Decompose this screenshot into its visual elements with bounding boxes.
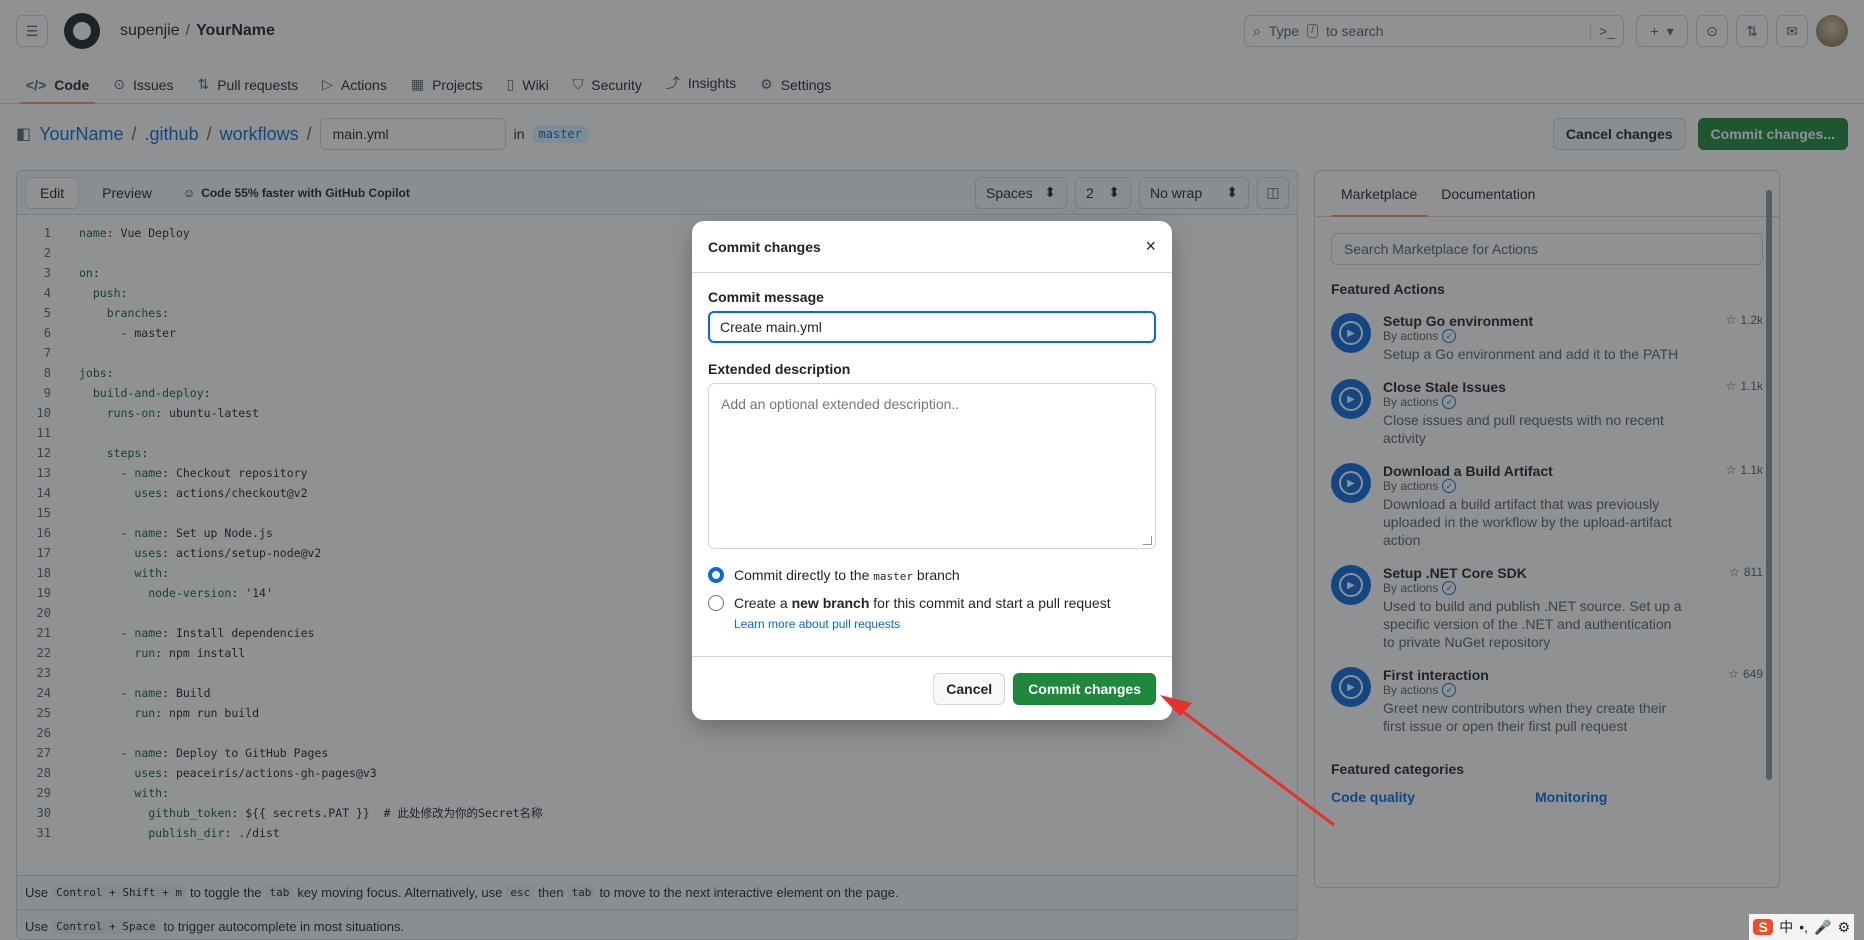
option-text: Create a [734, 595, 788, 611]
radio-new-branch[interactable] [708, 595, 724, 611]
commit-changes-confirm-button[interactable]: Commit changes [1013, 672, 1156, 705]
option-text: Commit directly to the [734, 567, 870, 583]
ime-language[interactable]: 中 [1779, 917, 1793, 937]
commit-message-input[interactable]: Create main.yml [708, 311, 1156, 343]
dialog-footer: Cancel Commit changes [692, 656, 1172, 720]
learn-more-link[interactable]: Learn more about pull requests [734, 617, 1156, 631]
ime-settings-icon[interactable]: ⚙ [1837, 919, 1850, 936]
dialog-title: Commit changes [708, 238, 821, 255]
option-new-branch[interactable]: Create a new branch for this commit and … [708, 595, 1156, 611]
branch-name: master [873, 570, 914, 583]
commit-message-label: Commit message [708, 289, 824, 305]
dialog-header: Commit changes × [692, 221, 1172, 273]
option-new-branch-label: Create a new branch for this commit and … [734, 595, 1111, 611]
commit-dialog: Commit changes × Commit message Create m… [692, 221, 1172, 720]
ime-punct-icon[interactable]: •, [1799, 919, 1808, 935]
close-icon[interactable]: × [1145, 236, 1156, 257]
dialog-body: Commit message Create main.yml Extended … [692, 273, 1172, 631]
option-text: for this commit and start a pull request [873, 595, 1111, 611]
radio-commit-direct[interactable] [708, 567, 724, 583]
ime-toolbar: S 中 •, 🎤 ⚙ [1749, 914, 1854, 940]
extended-description-textarea[interactable]: Add an optional extended description.. [708, 383, 1156, 549]
microphone-icon[interactable]: 🎤 [1814, 919, 1831, 936]
cancel-button[interactable]: Cancel [933, 672, 1006, 705]
option-commit-direct-label: Commit directly to the master branch [734, 567, 960, 583]
extended-description-label: Extended description [708, 361, 851, 377]
option-bold-text: new branch [791, 595, 870, 611]
option-commit-direct[interactable]: Commit directly to the master branch [708, 567, 1156, 583]
ime-logo-icon[interactable]: S [1753, 919, 1774, 935]
option-text: branch [916, 567, 960, 583]
